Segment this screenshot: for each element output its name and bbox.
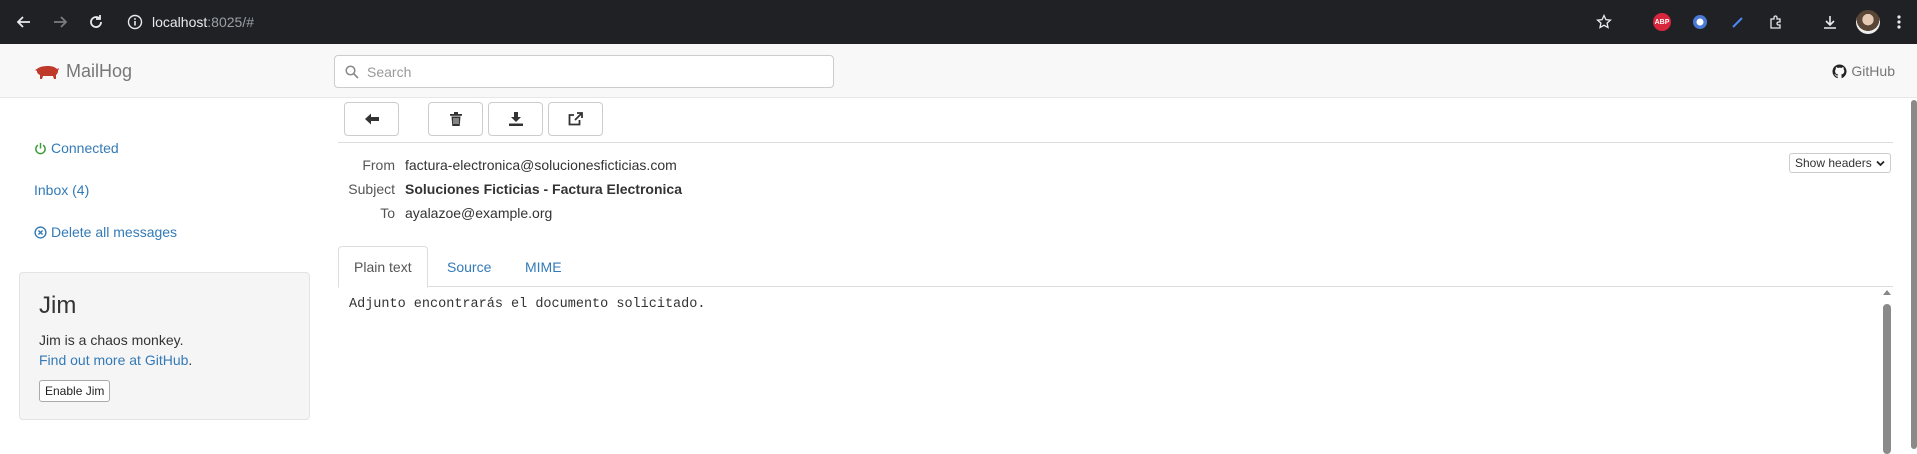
search-input[interactable] — [367, 63, 807, 80]
power-icon — [35, 142, 46, 154]
arrow-right-icon — [54, 16, 68, 28]
jim-title: Jim — [39, 292, 77, 319]
show-headers-button[interactable]: Show headers — [1789, 153, 1891, 173]
site-info-icon[interactable] — [124, 11, 146, 33]
to-value: ayalazoe@example.org — [405, 205, 553, 221]
browser-toolbar: localhost:8025/# ABP — [0, 0, 1917, 44]
browser-reload-button[interactable] — [78, 4, 114, 40]
to-label: To — [380, 205, 395, 221]
delete-all-label: Delete all messages — [51, 224, 178, 240]
tab-plain-text[interactable]: Plain text — [338, 246, 428, 288]
github-link[interactable]: GitHub — [1832, 63, 1895, 79]
enable-jim-button[interactable]: Enable Jim — [39, 380, 111, 402]
message-body: Adjunto encontrarás el documento solicit… — [349, 297, 706, 312]
bookmark-star-icon[interactable] — [1585, 4, 1623, 40]
jim-panel: Jim Jim is a chaos monkey. Find out more… — [19, 272, 310, 420]
trash-icon — [449, 112, 462, 126]
scroll-up-arrow-icon[interactable] — [1883, 290, 1891, 295]
message-body-scrollbar[interactable] — [1880, 290, 1894, 454]
pen-extension-icon[interactable] — [1719, 4, 1757, 40]
back-button[interactable] — [344, 102, 399, 136]
remove-circle-icon — [34, 225, 47, 239]
delete-all-messages-link[interactable]: Delete all messages — [34, 224, 177, 240]
download-message-button[interactable] — [488, 102, 543, 136]
browser-menu-icon[interactable] — [1887, 4, 1911, 40]
delete-message-button[interactable] — [428, 102, 483, 136]
chevron-down-icon — [1876, 160, 1885, 166]
inbox-link[interactable]: Inbox (4) — [34, 182, 89, 198]
url-host: localhost — [152, 14, 208, 30]
inbox-label: Inbox (4) — [34, 182, 90, 198]
jim-description: Jim is a chaos monkey. — [39, 332, 184, 348]
search-icon — [345, 64, 359, 79]
adblock-extension-icon[interactable]: ABP — [1643, 4, 1681, 40]
message-tabs: Plain text Source MIME — [338, 246, 1893, 288]
scroll-thumb[interactable] — [1883, 304, 1891, 454]
sidebar: Connected Inbox (4) Delete all messages … — [0, 98, 330, 449]
extensions-puzzle-icon[interactable] — [1757, 4, 1795, 40]
toolbar-divider — [338, 142, 1893, 143]
show-headers-label: Show headers — [1795, 156, 1872, 170]
jim-link-suffix: . — [188, 352, 193, 368]
tab-source[interactable]: Source — [432, 246, 506, 287]
download-icon — [508, 112, 523, 126]
back-arrow-icon — [364, 113, 379, 125]
page-scrollbar[interactable] — [1911, 100, 1917, 449]
app-navbar: MailHog GitHub — [0, 44, 1917, 98]
browser-forward-button[interactable] — [42, 4, 78, 40]
release-icon — [568, 112, 583, 126]
subject-value: Soluciones Ficticias - Factura Electroni… — [405, 181, 682, 197]
profile-avatar[interactable] — [1849, 4, 1887, 40]
brand-name: MailHog — [66, 61, 133, 81]
release-message-button[interactable] — [548, 102, 603, 136]
jim-github-link[interactable]: Find out more at GitHub — [39, 352, 188, 368]
extension-icon[interactable] — [1681, 4, 1719, 40]
address-bar[interactable]: localhost:8025/# — [152, 14, 254, 30]
github-icon — [1832, 63, 1847, 78]
brand-link[interactable]: MailHog — [34, 61, 132, 82]
downloads-icon[interactable] — [1811, 4, 1849, 40]
arrow-left-icon — [16, 16, 30, 28]
from-label: From — [362, 157, 395, 173]
connected-status: Connected — [34, 140, 119, 156]
url-path: :8025/# — [207, 14, 254, 30]
from-value: factura-electronica@solucionesficticias.… — [405, 157, 677, 173]
search-field[interactable] — [334, 55, 834, 88]
hog-logo-icon — [35, 65, 59, 79]
connected-label: Connected — [51, 140, 119, 156]
tab-mime[interactable]: MIME — [510, 246, 577, 287]
github-label: GitHub — [1851, 63, 1895, 79]
jim-more-info: Find out more at GitHub. — [39, 350, 290, 370]
reload-icon — [90, 15, 102, 28]
browser-back-button[interactable] — [6, 4, 42, 40]
subject-label: Subject — [348, 181, 395, 197]
